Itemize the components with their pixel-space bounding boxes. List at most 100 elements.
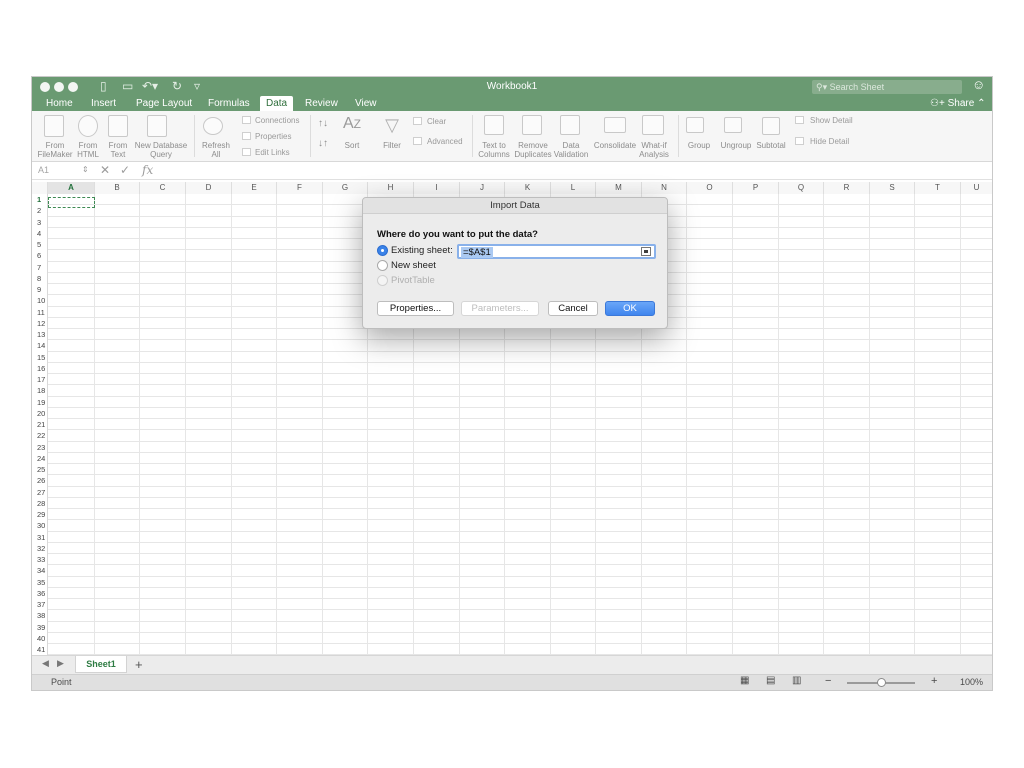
ok-button[interactable]: OK: [605, 301, 655, 316]
row-header[interactable]: 5: [32, 239, 48, 250]
row-header[interactable]: 32: [32, 543, 48, 554]
row-header[interactable]: 20: [32, 408, 48, 419]
row-header[interactable]: 29: [32, 509, 48, 520]
column-header[interactable]: F: [277, 182, 323, 194]
group-button[interactable]: Group: [682, 141, 716, 150]
page-layout-view-icon[interactable]: ▤: [766, 675, 775, 686]
tab-review[interactable]: Review: [299, 96, 344, 111]
refresh-all-button[interactable]: Refresh All: [196, 141, 236, 159]
tab-data[interactable]: Data: [260, 96, 294, 111]
row-header[interactable]: 14: [32, 340, 48, 351]
enter-formula-icon[interactable]: ✓: [120, 163, 130, 177]
column-header[interactable]: B: [95, 182, 140, 194]
column-header[interactable]: A: [48, 182, 95, 194]
row-header[interactable]: 11: [32, 307, 48, 318]
column-header[interactable]: I: [414, 182, 460, 194]
column-header[interactable]: K: [505, 182, 551, 194]
column-header[interactable]: Q: [779, 182, 824, 194]
row-header[interactable]: 8: [32, 273, 48, 284]
show-detail-button[interactable]: Show Detail: [810, 116, 853, 126]
zoom-in-button[interactable]: +: [931, 675, 937, 687]
ungroup-button[interactable]: Ungroup: [718, 141, 754, 150]
normal-view-icon[interactable]: ▦: [740, 675, 749, 686]
column-header[interactable]: N: [642, 182, 687, 194]
row-header[interactable]: 30: [32, 520, 48, 531]
column-header[interactable]: P: [733, 182, 779, 194]
properties-button[interactable]: Properties...: [377, 301, 454, 316]
column-header[interactable]: M: [596, 182, 642, 194]
row-header[interactable]: 37: [32, 599, 48, 610]
row-header[interactable]: 25: [32, 464, 48, 475]
row-header[interactable]: 10: [32, 295, 48, 306]
page-break-view-icon[interactable]: ▥: [792, 675, 801, 686]
row-header[interactable]: 13: [32, 329, 48, 340]
row-header[interactable]: 4: [32, 228, 48, 239]
next-sheet-icon[interactable]: ▶: [57, 658, 64, 669]
row-header[interactable]: 39: [32, 622, 48, 633]
consolidate-button[interactable]: Consolidate: [592, 141, 638, 150]
row-header[interactable]: 23: [32, 442, 48, 453]
add-sheet-button[interactable]: +: [135, 657, 143, 672]
row-header[interactable]: 35: [32, 577, 48, 588]
row-header[interactable]: 38: [32, 610, 48, 621]
column-header[interactable]: J: [460, 182, 505, 194]
sort-ascending-icon[interactable]: ↑↓: [316, 119, 330, 129]
text-to-columns-button[interactable]: Text to Columns: [476, 141, 512, 159]
column-header[interactable]: R: [824, 182, 870, 194]
row-header[interactable]: 19: [32, 397, 48, 408]
row-header[interactable]: 18: [32, 385, 48, 396]
row-header[interactable]: 24: [32, 453, 48, 464]
row-header[interactable]: 3: [32, 217, 48, 228]
row-header[interactable]: 34: [32, 565, 48, 576]
row-header[interactable]: 28: [32, 498, 48, 509]
filter-button[interactable]: Filter: [378, 141, 406, 150]
new-sheet-radio[interactable]: [377, 260, 388, 271]
column-header[interactable]: G: [323, 182, 368, 194]
share-button[interactable]: ⚇+ Share ⌃: [930, 96, 985, 111]
row-header[interactable]: 16: [32, 363, 48, 374]
new-database-query-button[interactable]: New Database Query: [132, 141, 190, 159]
feedback-smile-icon[interactable]: ☺: [972, 77, 985, 92]
row-header[interactable]: 12: [32, 318, 48, 329]
from-filemaker-button[interactable]: From FileMaker: [36, 141, 74, 159]
sort-button[interactable]: Sort: [338, 141, 366, 150]
row-header[interactable]: 40: [32, 633, 48, 644]
row-header[interactable]: 15: [32, 352, 48, 363]
hide-detail-button[interactable]: Hide Detail: [810, 137, 849, 147]
from-text-button[interactable]: From Text: [104, 141, 132, 159]
data-validation-button[interactable]: Data Validation: [552, 141, 590, 159]
column-header[interactable]: T: [915, 182, 961, 194]
search-sheet-input[interactable]: ⚲▾ Search Sheet: [812, 80, 962, 94]
properties-button[interactable]: Properties: [255, 132, 291, 142]
column-header[interactable]: H: [368, 182, 414, 194]
advanced-button[interactable]: Advanced: [427, 137, 463, 147]
name-box-stepper-icon[interactable]: ⇕: [82, 165, 89, 174]
existing-sheet-radio[interactable]: [377, 245, 388, 256]
tab-page-layout[interactable]: Page Layout: [130, 96, 198, 111]
column-header[interactable]: L: [551, 182, 596, 194]
row-header[interactable]: 17: [32, 374, 48, 385]
row-header[interactable]: 7: [32, 262, 48, 273]
name-box[interactable]: A1: [38, 165, 88, 175]
row-header[interactable]: 33: [32, 554, 48, 565]
column-header[interactable]: U: [961, 182, 992, 194]
zoom-out-button[interactable]: −: [825, 675, 831, 687]
clear-button[interactable]: Clear: [427, 117, 446, 127]
existing-sheet-reference-input[interactable]: =$A$1: [457, 244, 656, 259]
column-header[interactable]: O: [687, 182, 733, 194]
row-header[interactable]: 2: [32, 205, 48, 216]
row-header[interactable]: 36: [32, 588, 48, 599]
from-html-button[interactable]: From HTML: [74, 141, 102, 159]
tab-home[interactable]: Home: [40, 96, 79, 111]
connections-button[interactable]: Connections: [255, 116, 299, 126]
active-cell-a1[interactable]: [48, 197, 95, 208]
row-header[interactable]: 6: [32, 250, 48, 261]
select-all-corner[interactable]: [32, 182, 48, 194]
column-header[interactable]: S: [870, 182, 915, 194]
insert-function-button[interactable]: fx: [142, 163, 153, 177]
zoom-slider-thumb[interactable]: [877, 678, 886, 687]
collapse-dialog-icon[interactable]: [641, 247, 651, 256]
sheet-tab-sheet1[interactable]: Sheet1: [75, 656, 127, 673]
row-header[interactable]: 9: [32, 284, 48, 295]
tab-view[interactable]: View: [349, 96, 383, 111]
